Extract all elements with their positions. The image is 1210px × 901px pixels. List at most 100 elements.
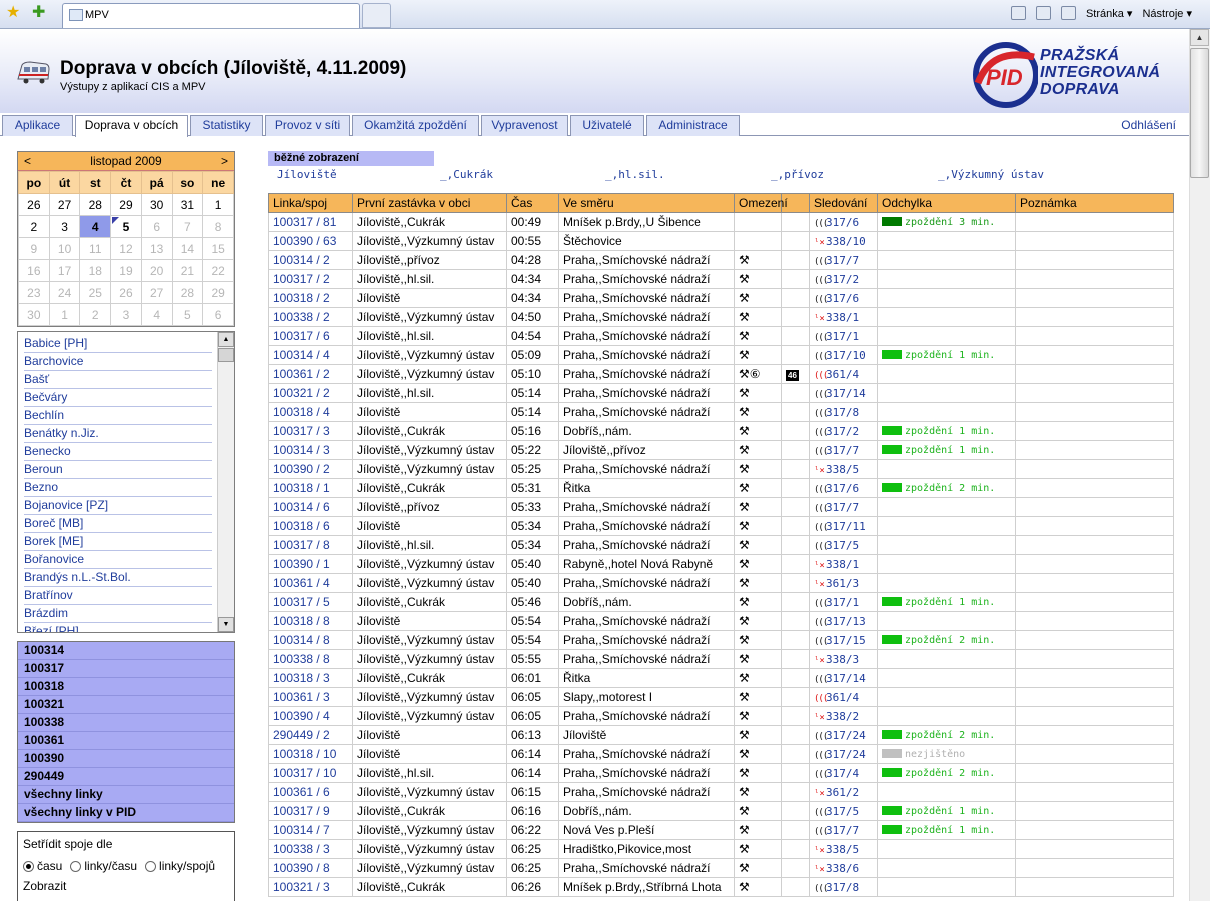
line-item[interactable]: 290449 xyxy=(18,768,234,786)
tab-provoz-v-siti[interactable]: Provoz v síti xyxy=(265,115,350,136)
tracking-link[interactable]: 317/15 xyxy=(826,634,866,647)
calendar-day[interactable]: 2 xyxy=(18,215,50,238)
line-link[interactable]: 100314 / 3 xyxy=(268,440,353,460)
tab-statistiky[interactable]: Statistiky xyxy=(190,115,263,136)
line-link[interactable]: 100361 / 4 xyxy=(268,573,353,593)
calendar-day[interactable]: 31 xyxy=(171,193,204,216)
line-item[interactable]: 100390 xyxy=(18,750,234,768)
line-link[interactable]: 100318 / 10 xyxy=(268,744,353,764)
line-link[interactable]: 100317 / 3 xyxy=(268,421,353,441)
line-link[interactable]: 100317 / 9 xyxy=(268,801,353,821)
tracking-link[interactable]: 317/6 xyxy=(826,482,859,495)
tracking-link[interactable]: 361/3 xyxy=(826,577,859,590)
town-item[interactable]: Bezno xyxy=(24,479,212,497)
logout-link[interactable]: Odhlášení xyxy=(1121,118,1176,132)
tracking-link[interactable]: 317/1 xyxy=(826,596,859,609)
line-link[interactable]: 100390 / 1 xyxy=(268,554,353,574)
page-scrollbar[interactable]: ▲ xyxy=(1189,29,1210,901)
tab-administrace[interactable]: Administrace xyxy=(646,115,740,136)
scroll-up-icon[interactable]: ▲ xyxy=(218,332,234,347)
scroll-thumb[interactable] xyxy=(218,348,234,362)
line-link[interactable]: 100338 / 2 xyxy=(268,307,353,327)
tracking-link[interactable]: 317/1 xyxy=(826,330,859,343)
line-link[interactable]: 100390 / 63 xyxy=(268,231,353,251)
tracking-link[interactable]: 317/6 xyxy=(826,292,859,305)
town-list-scrollbar[interactable]: ▲ ▼ xyxy=(217,332,234,632)
tracking-link[interactable]: 317/10 xyxy=(826,349,866,362)
line-item[interactable]: všechny linky v PID xyxy=(18,804,234,822)
line-link[interactable]: 100361 / 2 xyxy=(268,364,353,384)
town-item[interactable]: Březí [PH] xyxy=(24,623,212,632)
line-link[interactable]: 100361 / 6 xyxy=(268,782,353,802)
tracking-link[interactable]: 338/2 xyxy=(826,710,859,723)
calendar-prev-button[interactable]: < xyxy=(24,154,31,168)
tracking-link[interactable]: 317/2 xyxy=(826,425,859,438)
stop-link[interactable]: _,Výzkumný ústav xyxy=(938,168,1044,181)
stop-link[interactable]: Jíloviště xyxy=(277,168,337,181)
tracking-link[interactable]: 317/8 xyxy=(826,881,859,894)
tab-okamzita-zpozdeni[interactable]: Okamžitá zpoždění xyxy=(352,115,479,136)
tracking-link[interactable]: 317/13 xyxy=(826,615,866,628)
stop-link[interactable]: _,hl.sil. xyxy=(605,168,665,181)
town-item[interactable]: Benátky n.Jiz. xyxy=(24,425,212,443)
town-item[interactable]: Benecko xyxy=(24,443,212,461)
scroll-thumb[interactable] xyxy=(1190,48,1209,178)
tab-aplikace[interactable]: Aplikace xyxy=(2,115,73,136)
new-tab-button[interactable] xyxy=(362,3,391,28)
scroll-down-icon[interactable]: ▼ xyxy=(218,617,234,632)
tracking-link[interactable]: 317/7 xyxy=(826,444,859,457)
feeds-icon[interactable] xyxy=(1035,6,1051,20)
tracking-link[interactable]: 317/2 xyxy=(826,273,859,286)
stop-link[interactable]: _,přívoz xyxy=(771,168,824,181)
print-icon[interactable] xyxy=(1060,6,1076,20)
calendar-day[interactable]: 29 xyxy=(110,193,142,216)
town-item[interactable]: Babice [PH] xyxy=(24,335,212,353)
tracking-link[interactable]: 338/6 xyxy=(826,862,859,875)
sort-option[interactable]: času xyxy=(23,859,62,873)
line-link[interactable]: 100317 / 5 xyxy=(268,592,353,612)
tracking-link[interactable]: 317/11 xyxy=(826,520,866,533)
browser-tab[interactable]: MPV xyxy=(62,3,360,28)
tracking-link[interactable]: 338/3 xyxy=(826,653,859,666)
line-link[interactable]: 100318 / 8 xyxy=(268,611,353,631)
sort-option[interactable]: linky/času xyxy=(70,859,137,873)
radio-button[interactable] xyxy=(70,861,82,873)
line-link[interactable]: 100338 / 3 xyxy=(268,839,353,859)
town-item[interactable]: Bojanovice [PZ] xyxy=(24,497,212,515)
tools-menu[interactable]: Nástroje ▾ xyxy=(1142,7,1192,20)
line-link[interactable]: 100317 / 2 xyxy=(268,269,353,289)
line-link[interactable]: 100317 / 8 xyxy=(268,535,353,555)
scroll-up-icon[interactable]: ▲ xyxy=(1190,29,1209,46)
sort-option[interactable]: linky/spojů xyxy=(145,859,215,873)
tracking-link[interactable]: 338/5 xyxy=(826,463,859,476)
add-favorite-icon[interactable]: ✚ xyxy=(32,5,45,21)
line-link[interactable]: 100361 / 3 xyxy=(268,687,353,707)
calendar-day[interactable]: 1 xyxy=(202,193,234,216)
line-link[interactable]: 290449 / 2 xyxy=(268,725,353,745)
tracking-link[interactable]: 317/14 xyxy=(826,672,866,685)
tracking-link[interactable]: 317/6 xyxy=(826,216,859,229)
radio-button[interactable] xyxy=(23,861,34,873)
tab-vypravenost[interactable]: Vypravenost xyxy=(481,115,568,136)
home-icon[interactable] xyxy=(1010,6,1026,20)
line-link[interactable]: 100314 / 2 xyxy=(268,250,353,270)
tab-uzivatele[interactable]: Uživatelé xyxy=(570,115,644,136)
line-link[interactable]: 100314 / 4 xyxy=(268,345,353,365)
tracking-link[interactable]: 317/8 xyxy=(826,406,859,419)
tracking-link[interactable]: 338/1 xyxy=(826,311,859,324)
line-link[interactable]: 100338 / 8 xyxy=(268,649,353,669)
calendar-day[interactable]: 26 xyxy=(18,193,50,216)
calendar-day[interactable]: 30 xyxy=(140,193,173,216)
tracking-link[interactable]: 317/7 xyxy=(826,824,859,837)
calendar-day[interactable]: 28 xyxy=(79,193,112,216)
calendar-day[interactable]: 4 xyxy=(79,215,112,238)
tracking-link[interactable]: 338/5 xyxy=(826,843,859,856)
town-item[interactable]: Bořanovice xyxy=(24,551,212,569)
page-menu[interactable]: Stránka ▾ xyxy=(1086,7,1133,20)
town-item[interactable]: Bečváry xyxy=(24,389,212,407)
town-item[interactable]: Borek [ME] xyxy=(24,533,212,551)
line-link[interactable]: 100317 / 81 xyxy=(268,212,353,232)
line-item[interactable]: všechny linky xyxy=(18,786,234,804)
line-link[interactable]: 100314 / 6 xyxy=(268,497,353,517)
calendar-day[interactable]: 27 xyxy=(48,193,81,216)
